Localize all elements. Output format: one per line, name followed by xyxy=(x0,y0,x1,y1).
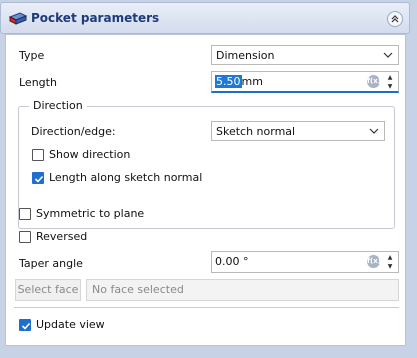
spin-buttons[interactable]: ▲ ▼ xyxy=(384,253,396,271)
taper-value: 0.00 ° xyxy=(215,255,249,268)
taper-label: Taper angle xyxy=(19,257,83,270)
direction-edge-label: Direction/edge: xyxy=(31,125,116,138)
length-label: Length xyxy=(19,76,57,89)
expression-icon[interactable]: f(x) xyxy=(367,75,381,88)
symmetric-label[interactable]: Symmetric to plane xyxy=(36,207,144,220)
panel-title: Pocket parameters xyxy=(31,11,160,25)
panel-body: Type Dimension Length 5.50mm f(x) ▲ ▼ Di… xyxy=(5,34,406,346)
spin-buttons[interactable]: ▲ ▼ xyxy=(384,73,396,91)
taper-spinbox[interactable]: 0.00 ° f(x) ▲ ▼ xyxy=(211,251,399,273)
length-unit: mm xyxy=(241,75,263,88)
spin-down-icon[interactable]: ▼ xyxy=(384,262,396,271)
type-combobox[interactable]: Dimension xyxy=(211,45,399,65)
type-label: Type xyxy=(19,49,45,62)
chevron-down-icon xyxy=(369,128,379,134)
direction-edge-value: Sketch normal xyxy=(216,125,296,138)
face-field: No face selected xyxy=(86,279,399,301)
task-panel: Pocket parameters Type Dimension Length … xyxy=(0,0,417,358)
spin-down-icon[interactable]: ▼ xyxy=(384,82,396,91)
length-along-normal-label[interactable]: Length along sketch normal xyxy=(49,171,202,184)
spin-up-icon[interactable]: ▲ xyxy=(384,73,396,82)
direction-group-title: Direction xyxy=(29,99,87,112)
checkmark-icon xyxy=(34,175,44,183)
type-value: Dimension xyxy=(216,49,275,62)
length-along-normal-checkbox[interactable] xyxy=(32,172,44,184)
checkmark-icon xyxy=(21,322,31,330)
reversed-label[interactable]: Reversed xyxy=(36,230,87,243)
spin-up-icon[interactable]: ▲ xyxy=(384,253,396,262)
length-value: 5.50 xyxy=(215,75,242,88)
panel-header[interactable]: Pocket parameters xyxy=(0,2,410,34)
length-spinbox[interactable]: 5.50mm f(x) ▲ ▼ xyxy=(211,71,399,93)
expression-icon[interactable]: f(x) xyxy=(367,255,381,268)
reversed-checkbox[interactable] xyxy=(19,231,31,243)
double-chevron-up-icon[interactable] xyxy=(387,11,403,27)
update-view-checkbox[interactable] xyxy=(19,319,31,331)
chevron-down-icon xyxy=(383,52,393,58)
symmetric-checkbox[interactable] xyxy=(19,208,31,220)
show-direction-checkbox[interactable] xyxy=(32,149,44,161)
direction-edge-combobox[interactable]: Sketch normal xyxy=(211,121,385,141)
show-direction-label[interactable]: Show direction xyxy=(49,148,130,161)
divider xyxy=(14,307,399,308)
pocket-icon xyxy=(8,12,28,25)
update-view-label[interactable]: Update view xyxy=(36,318,105,331)
select-face-button[interactable]: Select face xyxy=(15,279,81,301)
